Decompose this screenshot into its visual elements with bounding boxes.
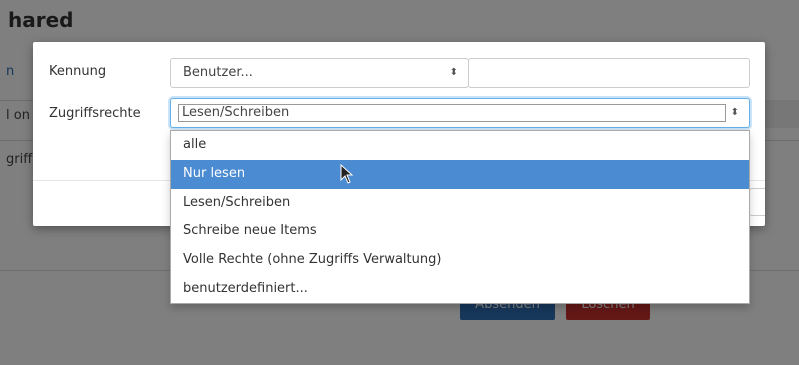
mouse-pointer-icon xyxy=(340,164,354,184)
identifier-input[interactable] xyxy=(468,58,750,88)
option-nur-lesen[interactable]: Nur lesen xyxy=(171,159,749,189)
option-lesen-schreiben[interactable]: Lesen/Schreiben xyxy=(171,189,749,218)
identifier-label: Kennung xyxy=(49,64,107,79)
access-rights-dropdown[interactable]: alle Nur lesen Lesen/Schreiben Schreibe … xyxy=(170,130,750,304)
access-rights-select[interactable]: Lesen/Schreiben ⬍ xyxy=(170,98,750,128)
updown-arrow-icon: ⬍ xyxy=(449,67,458,78)
footer-button[interactable] xyxy=(749,188,765,216)
access-rights-value: Lesen/Schreiben xyxy=(178,104,726,122)
identifier-type-value: Benutzer... xyxy=(183,65,253,80)
updown-arrow-icon: ⬍ xyxy=(730,107,739,118)
option-schreibe-neue-items[interactable]: Schreibe neue Items xyxy=(171,217,749,246)
option-volle-rechte[interactable]: Volle Rechte (ohne Zugriffs Verwaltung) xyxy=(171,246,749,275)
identifier-type-select[interactable]: Benutzer... ⬍ xyxy=(170,58,469,88)
option-benutzerdefiniert[interactable]: benutzerdefiniert... xyxy=(171,275,749,304)
access-rights-label: Zugriffsrechte xyxy=(49,106,141,121)
option-alle[interactable]: alle xyxy=(171,131,749,160)
